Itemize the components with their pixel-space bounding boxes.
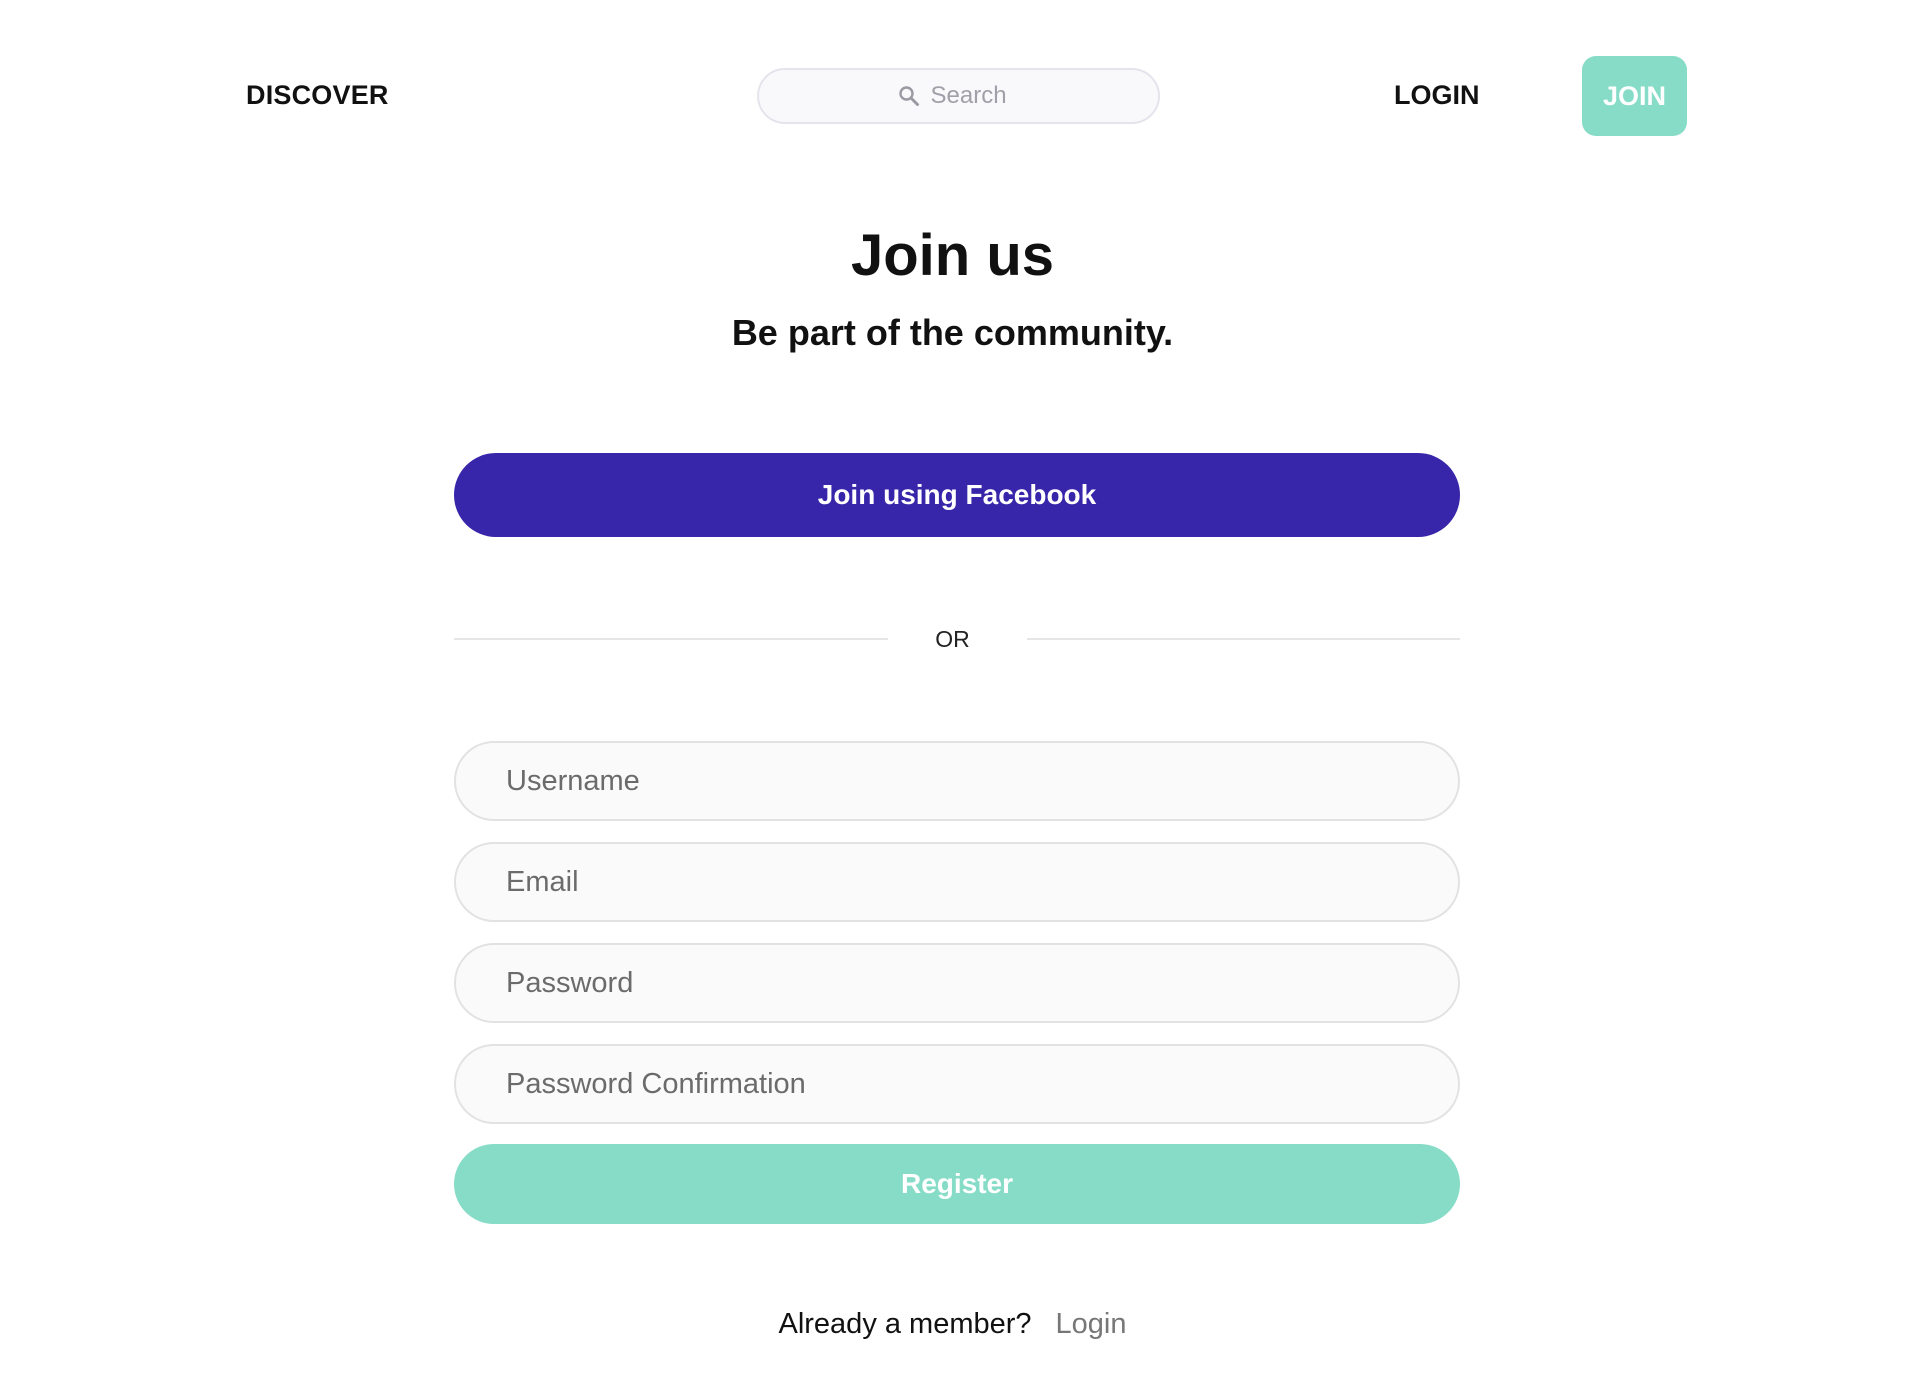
- search-icon: [897, 84, 921, 108]
- already-member-text: Already a member?: [778, 1308, 1032, 1340]
- nav-discover-link[interactable]: DISCOVER: [246, 80, 389, 111]
- email-field[interactable]: [454, 842, 1460, 922]
- password-field[interactable]: [454, 943, 1460, 1023]
- page-title: Join us: [850, 223, 1055, 288]
- page-subtitle: Be part of the community.: [731, 312, 1174, 353]
- facebook-join-button[interactable]: Join using Facebook: [454, 453, 1460, 537]
- or-divider-label: OR: [935, 626, 970, 652]
- password-confirmation-field[interactable]: [454, 1044, 1460, 1124]
- join-page: DISCOVER LOGIN JOIN Join us Be part of t…: [0, 0, 1905, 1390]
- already-member-row: Already a member? Login: [0, 1308, 1905, 1341]
- footer-login-link[interactable]: Login: [1056, 1308, 1127, 1340]
- divider-line-right: [1027, 638, 1460, 640]
- search-input[interactable]: [930, 82, 1021, 110]
- search-bar[interactable]: [757, 68, 1160, 124]
- nav-join-button[interactable]: JOIN: [1582, 56, 1687, 136]
- register-button[interactable]: Register: [454, 1144, 1460, 1224]
- nav-login-link[interactable]: LOGIN: [1394, 80, 1480, 111]
- username-field[interactable]: [454, 741, 1460, 821]
